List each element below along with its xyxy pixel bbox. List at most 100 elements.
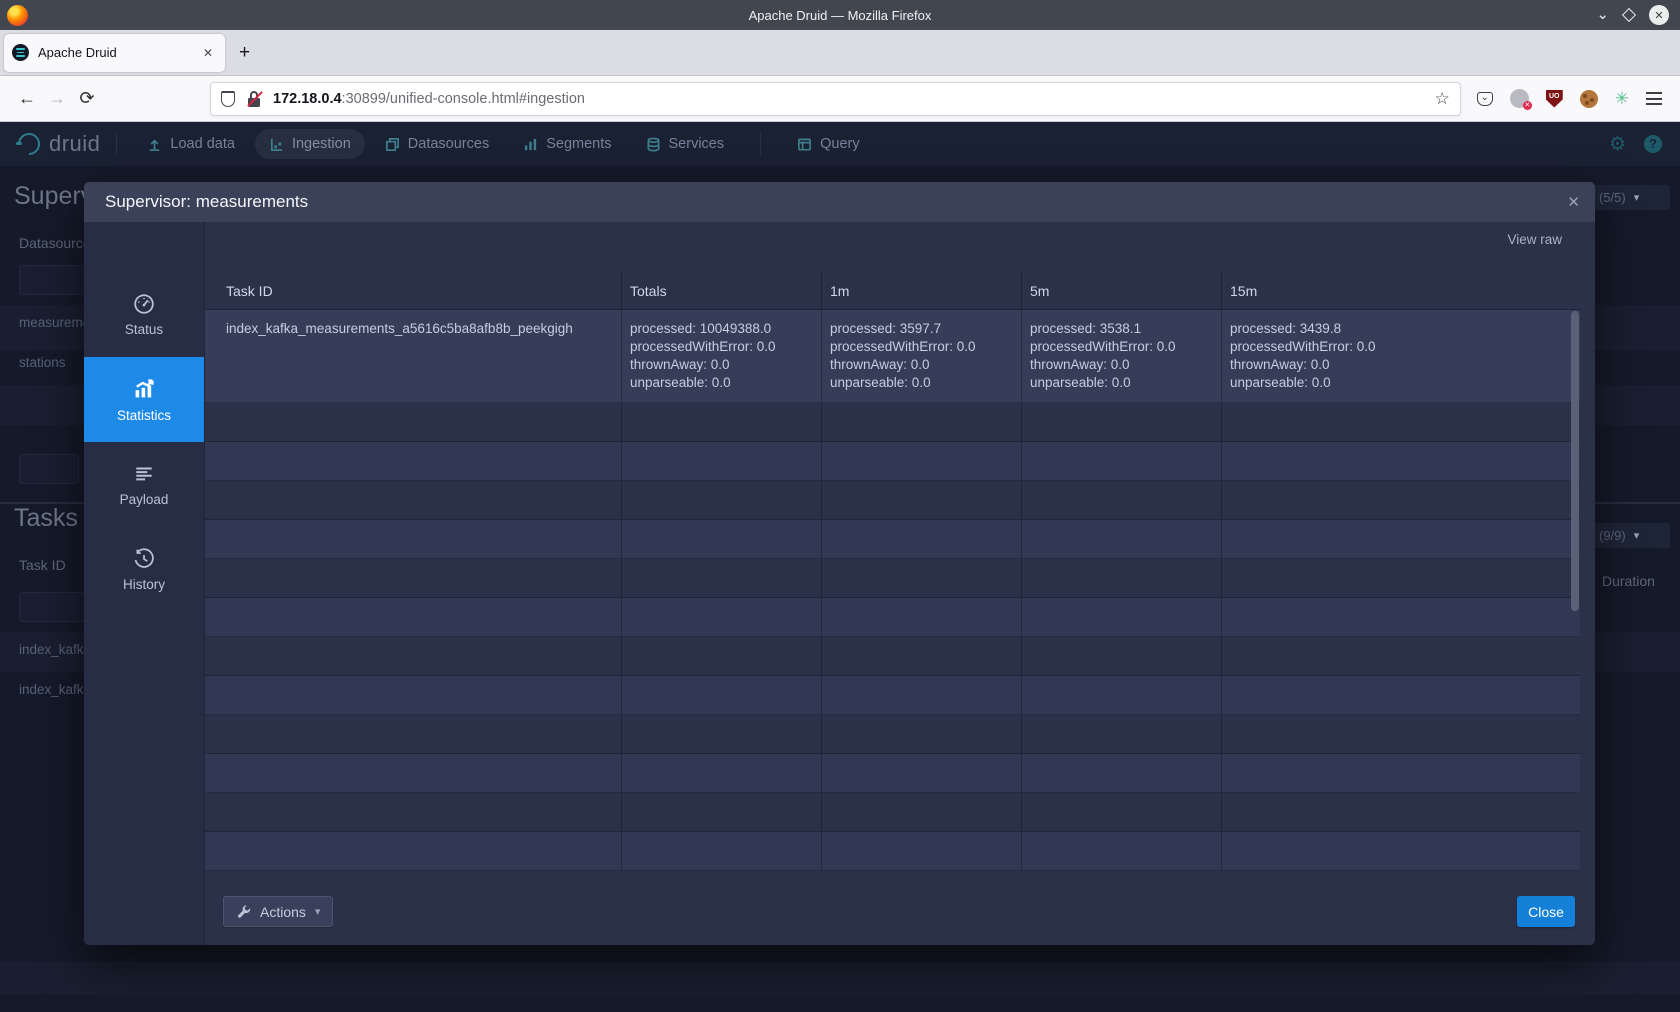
help-icon[interactable]: ?	[1644, 135, 1662, 153]
insecure-lock-icon[interactable]	[247, 91, 262, 107]
dialog-title: Supervisor: measurements	[105, 192, 308, 212]
reload-button[interactable]: ⟳	[72, 88, 102, 109]
ingestion-icon	[269, 137, 284, 152]
table-row	[205, 832, 1580, 871]
forward-button[interactable]: →	[42, 88, 72, 109]
account-icon[interactable]: ✕	[1510, 89, 1529, 108]
table-cell	[622, 754, 822, 792]
services-icon	[646, 137, 661, 152]
task-id-column-header[interactable]: Task ID	[19, 557, 66, 573]
dialog-close-icon[interactable]: ✕	[1567, 193, 1580, 211]
table-cell	[1022, 403, 1222, 441]
task-id-cell[interactable]: index_kafka	[19, 682, 91, 697]
table-scrollbar[interactable]	[1571, 311, 1579, 611]
druid-nav-bar: druid Load data Ingestion Datasources	[0, 122, 1680, 166]
nav-item-load-data[interactable]: Load data	[133, 129, 249, 159]
url-text[interactable]: 172.18.0.4:30899/unified-console.html#in…	[273, 91, 1435, 107]
supervisors-footer-input	[19, 454, 79, 484]
actions-button-label: Actions	[260, 904, 306, 920]
table-header-row: Task ID Totals 1m 5m 15m	[205, 272, 1580, 310]
column-header-task-id[interactable]: Task ID	[205, 272, 622, 309]
table-cell	[822, 793, 1022, 831]
table-cell	[822, 832, 1022, 870]
table-row: index_kafka_measurements_a5616c5ba8afb8b…	[205, 310, 1580, 403]
datasource-column-header[interactable]: Datasource	[19, 235, 91, 251]
table-cell	[622, 403, 822, 441]
tab-label: Status	[125, 322, 163, 337]
window-minimize-icon[interactable]: ⌄	[1596, 10, 1609, 20]
tab-close-icon[interactable]: ✕	[199, 44, 217, 62]
view-raw-link[interactable]: View raw	[1507, 232, 1562, 247]
stats-5m-cell: processed: 3538.1processedWithError: 0.0…	[1022, 310, 1222, 402]
nav-item-ingestion[interactable]: Ingestion	[255, 129, 365, 159]
table-cell	[622, 715, 822, 753]
url-bar[interactable]: 172.18.0.4:30899/unified-console.html#in…	[210, 82, 1461, 116]
table-cell	[1022, 793, 1222, 831]
new-tab-button[interactable]: +	[239, 42, 250, 64]
column-header-1m[interactable]: 1m	[822, 272, 1022, 309]
browser-tab[interactable]: Apache Druid ✕	[4, 34, 225, 72]
table-cell	[622, 832, 822, 870]
duration-column-header[interactable]: Duration	[1602, 573, 1655, 589]
url-host: 172.18.0.4	[273, 91, 342, 107]
column-header-5m[interactable]: 5m	[1022, 272, 1222, 309]
ublock-extension-icon[interactable]: UO	[1546, 90, 1563, 108]
table-cell	[622, 520, 822, 558]
nav-item-label: Load data	[170, 136, 235, 152]
table-row	[205, 559, 1580, 598]
table-cell	[205, 598, 622, 636]
table-cell	[1222, 754, 1580, 792]
table-cell	[205, 793, 622, 831]
table-cell	[1022, 598, 1222, 636]
column-header-15m[interactable]: 15m	[1222, 272, 1580, 309]
table-cell	[1022, 637, 1222, 675]
window-maximize-icon[interactable]	[1622, 8, 1636, 22]
table-cell	[1022, 481, 1222, 519]
back-button[interactable]: ←	[12, 88, 42, 109]
druid-brand[interactable]: druid	[16, 131, 100, 157]
settings-gear-icon[interactable]: ⚙	[1609, 133, 1626, 156]
table-cell	[1222, 598, 1580, 636]
table-cell	[622, 598, 822, 636]
tasks-count-badge[interactable]: (9/9) ▾	[1590, 523, 1670, 548]
actions-button[interactable]: Actions ▾	[223, 896, 333, 927]
nav-item-query[interactable]: Query	[783, 129, 874, 159]
tab-history[interactable]: History	[84, 527, 204, 612]
history-clock-icon	[133, 548, 155, 570]
table-cell	[822, 559, 1022, 597]
firefox-window: Apache Druid — Mozilla Firefox ⌄ ✕ Apach…	[0, 0, 1680, 1012]
tab-bar: Apache Druid ✕ +	[0, 30, 1680, 76]
supervisor-datasource-cell[interactable]: stations	[19, 355, 66, 370]
tab-payload[interactable]: Payload	[84, 442, 204, 527]
nav-separator	[116, 133, 117, 155]
nav-item-services[interactable]: Services	[632, 129, 739, 159]
extension-asterisk-icon[interactable]: ✳	[1615, 89, 1629, 109]
tab-statistics[interactable]: Statistics	[84, 357, 204, 442]
nav-item-datasources[interactable]: Datasources	[371, 129, 503, 159]
window-close-icon[interactable]: ✕	[1649, 5, 1669, 25]
nav-item-segments[interactable]: Segments	[509, 129, 625, 159]
badge-label: (5/5)	[1599, 190, 1626, 205]
column-header-totals[interactable]: Totals	[622, 272, 822, 309]
table-cell	[1022, 520, 1222, 558]
tracking-protection-shield-icon[interactable]	[221, 91, 235, 107]
table-cell	[205, 754, 622, 792]
druid-console-page: druid Load data Ingestion Datasources	[0, 122, 1680, 1012]
task-id-cell[interactable]: index_kafka	[19, 642, 91, 657]
tab-status[interactable]: Status	[84, 272, 204, 357]
bookmark-star-icon[interactable]: ☆	[1435, 89, 1450, 109]
table-cell	[1222, 403, 1580, 441]
caret-down-icon: ▾	[315, 905, 321, 918]
pocket-icon[interactable]: ⌄	[1477, 92, 1493, 106]
table-cell	[205, 442, 622, 480]
table-row	[205, 481, 1580, 520]
cookie-extension-icon[interactable]	[1580, 90, 1598, 108]
table-cell	[1022, 754, 1222, 792]
window-titlebar: Apache Druid — Mozilla Firefox ⌄ ✕	[0, 0, 1680, 30]
menu-hamburger-icon[interactable]	[1646, 92, 1662, 105]
supervisors-count-badge[interactable]: (5/5) ▾	[1590, 185, 1670, 210]
table-row	[0, 962, 1680, 995]
close-button[interactable]: Close	[1517, 896, 1575, 927]
tab-title: Apache Druid	[38, 45, 199, 60]
table-cell	[822, 598, 1022, 636]
